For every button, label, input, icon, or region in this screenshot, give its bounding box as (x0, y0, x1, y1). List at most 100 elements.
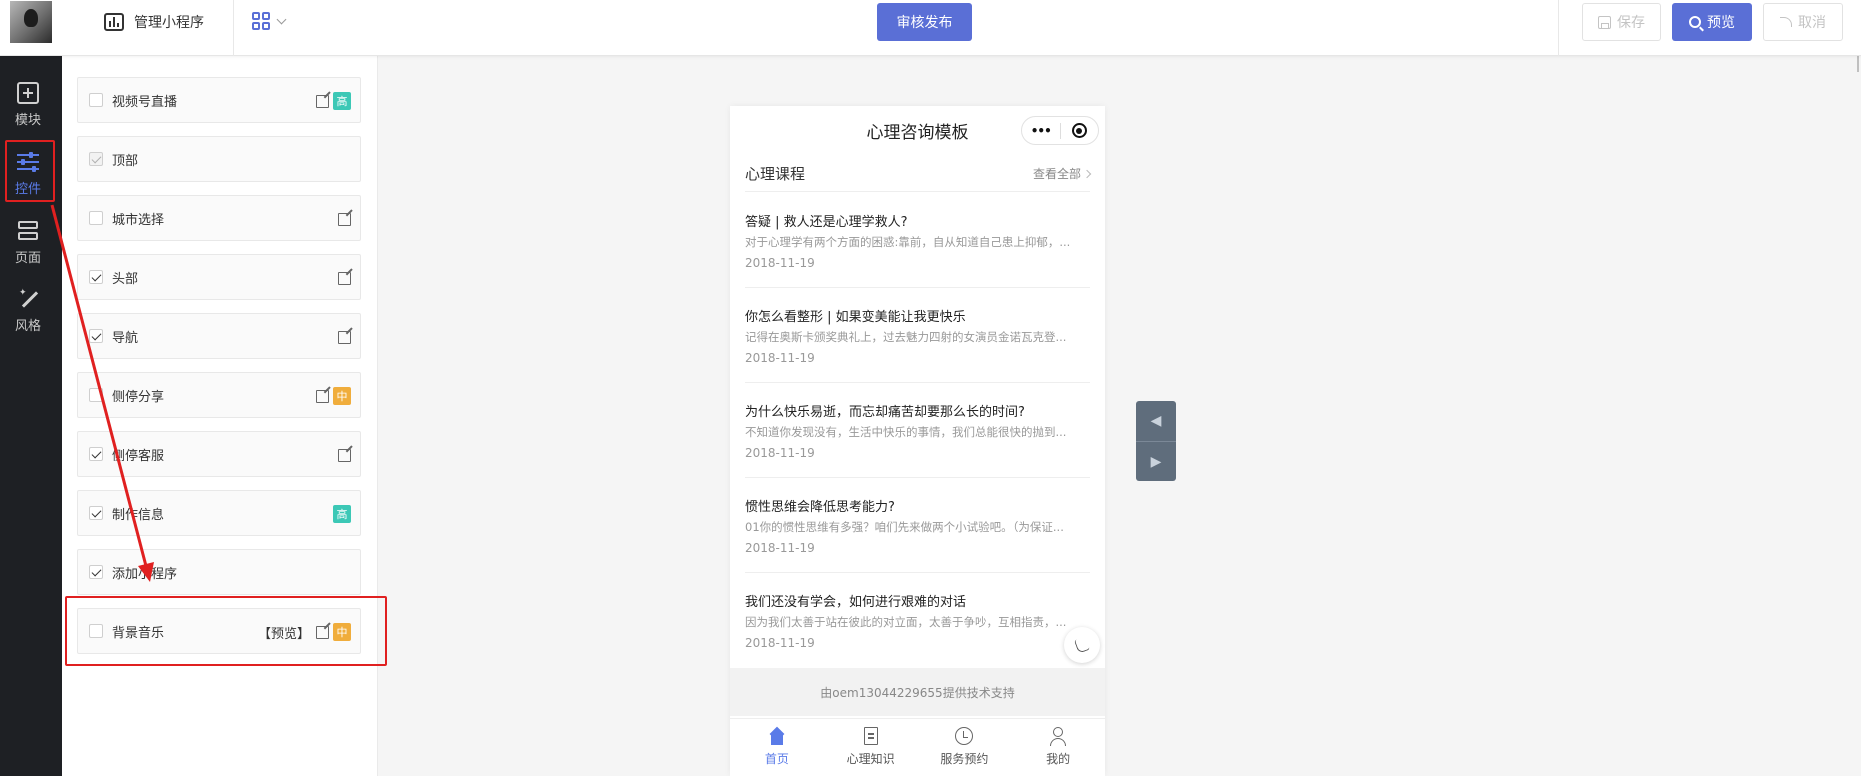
user-icon (1049, 727, 1067, 746)
rail-label: 风格 (14, 319, 41, 334)
tab-label: 我的 (1046, 752, 1071, 766)
miniprogram-capsule[interactable]: ••• (1021, 116, 1099, 145)
manage-miniprogram-link[interactable]: 管理小程序 (104, 0, 204, 44)
control-label: 顶部 (112, 153, 139, 169)
edit-icon[interactable] (316, 389, 329, 403)
article-item[interactable]: 答疑 | 救人还是心理学救人? 对于心理学有两个方面的困惑:靠前，自从知道自己患… (745, 193, 1090, 288)
cancel-button[interactable]: 取消 (1763, 3, 1843, 41)
highlight-box-bg-music (65, 596, 387, 666)
checkbox[interactable] (89, 211, 103, 225)
rail-item-modules[interactable]: 模块 (0, 74, 56, 136)
rail-label: 模块 (14, 113, 41, 128)
control-item-city-select[interactable]: 城市选择 (77, 195, 361, 241)
checkbox[interactable] (89, 447, 103, 461)
control-item-side-share[interactable]: 侧停分享 中 (77, 372, 361, 418)
preview-button[interactable]: 预览 (1672, 3, 1752, 41)
save-button[interactable]: 保存 (1582, 3, 1661, 41)
app-switcher[interactable] (252, 12, 287, 30)
control-item-top[interactable]: 顶部 (77, 136, 361, 182)
checkbox[interactable] (89, 388, 103, 402)
control-item-credits[interactable]: 制作信息 高 (77, 490, 361, 536)
see-all-link[interactable]: 查看全部 (1033, 165, 1092, 182)
top-bar: 管理小程序 审核发布 保存 预览 取消 (0, 0, 1861, 56)
article-date: 2018-11-19 (745, 446, 815, 460)
magic-wand-icon: ✦ (17, 288, 39, 310)
publish-review-button[interactable]: 审核发布 (877, 3, 972, 41)
article-date: 2018-11-19 (745, 351, 815, 365)
level-badge: 中 (333, 387, 351, 405)
rail-item-pages[interactable]: 页面 (0, 212, 56, 274)
article-item[interactable]: 我们还没有学会，如何进行艰难的对话 因为我们太善于站在彼此的对立面，太善于争吵，… (745, 573, 1090, 668)
edit-icon[interactable] (316, 94, 329, 108)
undo-arrow-icon: ◀ (1150, 413, 1162, 429)
edit-icon[interactable] (338, 212, 351, 226)
clock-icon (955, 727, 974, 745)
control-item-side-service[interactable]: 侧停客服 (77, 431, 361, 477)
search-icon (1689, 16, 1701, 28)
tab-label: 首页 (764, 752, 789, 766)
control-item-video-live[interactable]: 视频号直播 高 (77, 77, 361, 123)
bar-chart-icon (104, 13, 124, 31)
checkbox[interactable] (89, 93, 103, 107)
checkbox (89, 152, 103, 166)
article-desc: 记得在奥斯卡颁奖典礼上，过去魅力四射的女演员金诺瓦克登... (745, 330, 1067, 344)
control-item-add-miniprogram[interactable]: 添加小程序 (77, 549, 361, 595)
cancel-label: 取消 (1798, 15, 1826, 31)
undo-button[interactable]: ◀ (1136, 401, 1176, 441)
edit-icon[interactable] (338, 448, 351, 462)
article-item[interactable]: 你怎么看整形 | 如果变美能让我更快乐 记得在奥斯卡颁奖典礼上，过去魅力四射的女… (745, 288, 1090, 383)
article-date: 2018-11-19 (745, 636, 815, 650)
edit-icon[interactable] (338, 330, 351, 344)
article-item[interactable]: 为什么快乐易逝，而忘却痛苦却要那么长的时间? 不知道你发现没有，生活中快乐的事情… (745, 383, 1090, 478)
rail-label: 页面 (14, 251, 41, 266)
phone-icon (1073, 636, 1091, 654)
history-panel: ◀ ▶ (1136, 401, 1176, 481)
section-title: 心理课程 (745, 165, 806, 183)
control-item-nav[interactable]: 导航 (77, 313, 361, 359)
save-icon (1598, 15, 1611, 29)
redo-arrow-icon: ▶ (1150, 453, 1162, 470)
save-label: 保存 (1617, 15, 1645, 31)
section-header: 心理课程 查看全部 (745, 156, 1092, 192)
preview-label: 预览 (1707, 15, 1735, 31)
checkbox[interactable] (89, 329, 103, 343)
undo-icon (1780, 17, 1792, 27)
article-item[interactable]: 惯性思维会降低思考能力? 01你的惯性思维有多强？咱们先来做两个小试验吧。（为保… (745, 478, 1090, 573)
control-label: 侧停客服 (112, 448, 165, 464)
edit-icon[interactable] (338, 271, 351, 285)
close-target-icon[interactable] (1061, 123, 1099, 138)
more-icon[interactable]: ••• (1022, 124, 1060, 138)
article-desc: 不知道你发现没有，生活中快乐的事情，我们总能很快的抛到... (745, 425, 1067, 439)
level-badge: 高 (333, 92, 351, 110)
control-label: 城市选择 (112, 212, 165, 228)
redo-button[interactable]: ▶ (1136, 441, 1176, 481)
control-item-header[interactable]: 头部 (77, 254, 361, 300)
avatar[interactable] (10, 1, 52, 43)
control-label: 制作信息 (112, 507, 165, 523)
control-label: 导航 (112, 330, 139, 346)
checkbox[interactable] (89, 565, 103, 579)
phone-call-button[interactable] (1064, 627, 1100, 663)
tech-support-footer: 由oem13044229655提供技术支持 (730, 668, 1105, 716)
control-label: 头部 (112, 271, 139, 287)
plus-square-icon (17, 82, 39, 104)
tab-booking[interactable]: 服务预约 (918, 719, 1012, 776)
level-badge: 高 (333, 505, 351, 523)
phone-preview: 心理咨询模板 ••• 心理课程 查看全部 答疑 | 救人还是心理学救人? 对于心… (730, 106, 1105, 776)
checkbox[interactable] (89, 506, 103, 520)
tab-label: 服务预约 (940, 752, 989, 766)
grid-icon (252, 12, 270, 30)
article-date: 2018-11-19 (745, 256, 815, 270)
manage-label: 管理小程序 (134, 15, 204, 31)
highlight-box-controls (5, 140, 55, 202)
tab-knowledge[interactable]: 心理知识 (824, 719, 918, 776)
layers-icon (17, 220, 39, 242)
tab-profile[interactable]: 我的 (1011, 719, 1105, 776)
rail-item-style[interactable]: ✦ 风格 (0, 280, 56, 342)
checkbox[interactable] (89, 270, 103, 284)
control-label: 侧停分享 (112, 389, 165, 405)
tab-home[interactable]: 首页 (730, 719, 824, 776)
article-title: 你怎么看整形 | 如果变美能让我更快乐 (745, 310, 966, 325)
article-desc: 01你的惯性思维有多强？咱们先来做两个小试验吧。（为保证... (745, 520, 1064, 534)
article-title: 为什么快乐易逝，而忘却痛苦却要那么长的时间? (745, 405, 1025, 420)
